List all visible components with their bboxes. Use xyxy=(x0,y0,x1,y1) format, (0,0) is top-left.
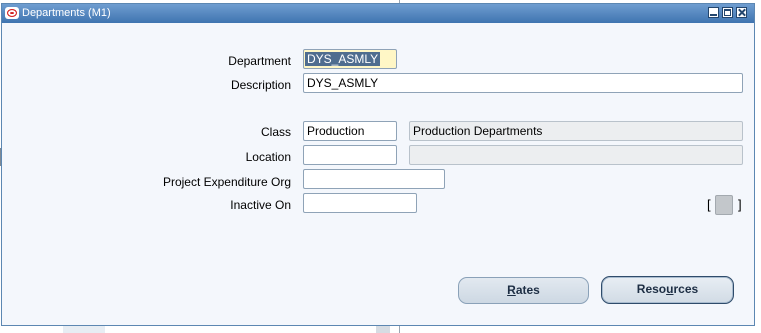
class-description-field: Production Departments xyxy=(409,121,743,141)
resources-label-end: rces xyxy=(673,282,699,296)
department-label: Department xyxy=(228,54,291,68)
class-description-value: Production Departments xyxy=(413,124,543,138)
inactive-on-label: Inactive On xyxy=(230,198,291,212)
title-bar[interactable]: Departments (M1) xyxy=(2,4,754,23)
background-panel-right xyxy=(376,326,390,333)
maximize-icon[interactable] xyxy=(722,7,733,18)
close-icon[interactable] xyxy=(736,7,747,18)
location-description-field xyxy=(409,145,743,165)
resources-button[interactable]: Resources xyxy=(601,276,734,304)
background-panel xyxy=(63,326,105,333)
flexfield-indicator: [ ] xyxy=(707,195,742,217)
department-field[interactable]: DYS_ASMLY xyxy=(303,49,397,69)
flexfield-button[interactable] xyxy=(715,195,733,215)
department-value: DYS_ASMLY xyxy=(305,52,381,66)
rates-label-rest: ates xyxy=(515,283,540,297)
description-field[interactable]: DYS_ASMLY xyxy=(303,73,743,93)
project-expenditure-org-field[interactable] xyxy=(303,169,445,189)
right-bracket: ] xyxy=(738,197,742,212)
class-label: Class xyxy=(260,125,291,139)
location-label: Location xyxy=(245,150,291,164)
description-value: DYS_ASMLY xyxy=(307,76,379,90)
project-expenditure-org-label: Project Expenditure Org xyxy=(162,175,291,189)
window-title: Departments (M1) xyxy=(22,7,111,19)
resources-label-start: Reso xyxy=(636,282,667,296)
description-label: Description xyxy=(230,78,291,92)
departments-window: Departments (M1) Department DYS_ASMLY De… xyxy=(1,3,755,326)
minimize-icon[interactable] xyxy=(708,7,719,18)
class-field[interactable]: Production xyxy=(303,121,397,141)
class-value: Production xyxy=(307,124,365,138)
rates-mnemonic: R xyxy=(507,283,516,297)
location-field[interactable] xyxy=(303,145,397,165)
inactive-on-field[interactable] xyxy=(303,193,417,213)
rates-button[interactable]: Rates xyxy=(458,277,589,304)
left-bracket: [ xyxy=(707,197,711,212)
oracle-logo-icon xyxy=(5,7,19,19)
